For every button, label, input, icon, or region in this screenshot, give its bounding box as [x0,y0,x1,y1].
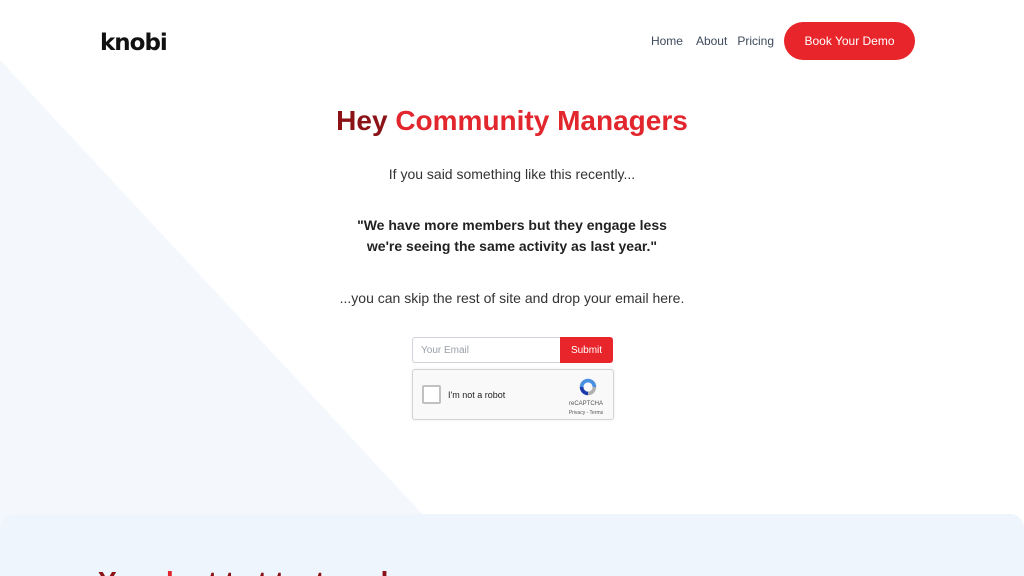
email-form: Submit [412,337,613,363]
next-title-highlight: dou [157,566,208,576]
hero-title: Hey Community Managers [0,105,1024,137]
hero-title-highlight: Community Managers [395,105,688,136]
quote-line-2: we're seeing the same activity as last y… [366,238,658,254]
recaptcha-logo-icon [579,378,597,396]
nav-home-link[interactable]: Home [651,34,683,48]
next-title-lead: You [98,566,157,576]
quote-line-1: "We have more members but they engage le… [357,217,667,233]
email-input[interactable] [412,337,560,363]
logo[interactable]: knobi [100,30,168,56]
site-header: knobi Home About Pricing Book Your Demo [0,0,1024,84]
recaptcha-links[interactable]: Privacy - Terms [553,410,619,416]
skip-text: ...you can skip the rest of site and dro… [339,290,685,306]
next-section-title: You dout ta t t e ta e d [98,566,388,576]
recaptcha-label: I'm not a robot [448,390,506,400]
recaptcha-checkbox[interactable] [422,385,441,404]
recaptcha-brand: reCAPTCHA [568,401,603,407]
submit-button[interactable]: Submit [560,337,613,363]
hero-title-lead: Hey [336,105,396,136]
book-demo-button[interactable]: Book Your Demo [784,22,915,60]
next-section: You dout ta t t e ta e d [0,514,1024,576]
background-shape [0,60,480,576]
main-nav: Home About Pricing Book Your Demo [651,22,915,60]
recaptcha-widget: I'm not a robot reCAPTCHA Privacy - Term… [412,369,614,420]
nav-pricing-link[interactable]: Pricing [737,34,774,48]
hero-quote: "We have more members but they engage le… [0,215,1024,257]
hero-intro: If you said something like this recently… [388,166,636,182]
next-title-rest: t ta t t e ta e d [208,566,388,576]
nav-about-link[interactable]: About [696,34,727,48]
